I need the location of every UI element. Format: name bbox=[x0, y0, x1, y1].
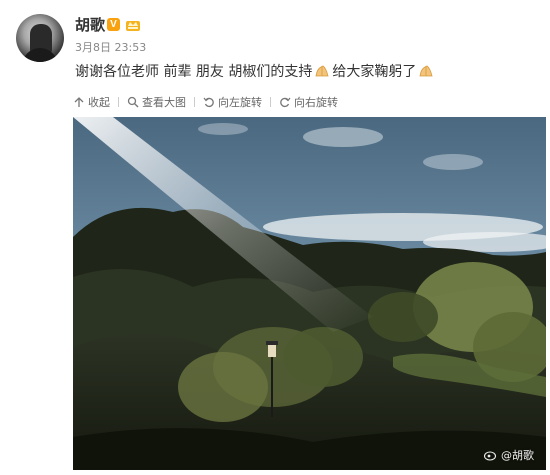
collapse-button[interactable]: 收起 bbox=[73, 94, 110, 110]
avatar-shoulders bbox=[22, 48, 58, 62]
toolbar-divider bbox=[118, 97, 119, 107]
username[interactable]: 胡歌 bbox=[75, 15, 105, 35]
post-text-part1: 谢谢各位老师 前辈 朋友 胡椒们的支持 bbox=[75, 64, 313, 80]
rotate-left-button[interactable]: 向左旋转 bbox=[203, 94, 262, 110]
rotate-right-button[interactable]: 向右旋转 bbox=[279, 94, 338, 110]
collapse-arrow-icon bbox=[74, 97, 84, 107]
watermark-text: @胡歌 bbox=[501, 449, 534, 462]
rotate-right-label: 向右旋转 bbox=[294, 96, 338, 109]
weibo-logo-icon bbox=[484, 451, 497, 461]
toolbar-divider bbox=[194, 97, 195, 107]
bow-hands-emoji-icon bbox=[315, 65, 329, 77]
post-timestamp[interactable]: 3月8日 23:53 bbox=[75, 41, 146, 55]
weibo-post: 胡歌 V 3月8日 23:53 谢谢各位老师 前辈 朋友 胡椒们的支持 给大家鞠躬… bbox=[0, 0, 550, 475]
verified-badge-icon: V bbox=[107, 18, 120, 31]
post-text-part2: 给大家鞠躬了 bbox=[332, 64, 417, 80]
landscape-photo bbox=[73, 117, 546, 470]
rotate-left-icon bbox=[203, 97, 214, 108]
image-toolbar: 收起 查看大图 向左旋转 向右旋转 bbox=[73, 93, 338, 111]
vip-crown-icon bbox=[126, 21, 140, 31]
rotate-right-icon bbox=[280, 97, 291, 108]
magnify-icon bbox=[127, 96, 139, 108]
post-photo[interactable]: @胡歌 bbox=[73, 117, 546, 470]
toolbar-divider bbox=[270, 97, 271, 107]
bow-hands-emoji-icon bbox=[419, 65, 433, 77]
post-text: 谢谢各位老师 前辈 朋友 胡椒们的支持 给大家鞠躬了 bbox=[75, 62, 436, 82]
view-large-button[interactable]: 查看大图 bbox=[127, 94, 186, 110]
view-large-label: 查看大图 bbox=[142, 96, 186, 109]
rotate-left-label: 向左旋转 bbox=[218, 96, 262, 109]
user-avatar[interactable] bbox=[16, 14, 64, 62]
photo-watermark: @胡歌 bbox=[484, 447, 534, 463]
collapse-label: 收起 bbox=[88, 96, 110, 109]
